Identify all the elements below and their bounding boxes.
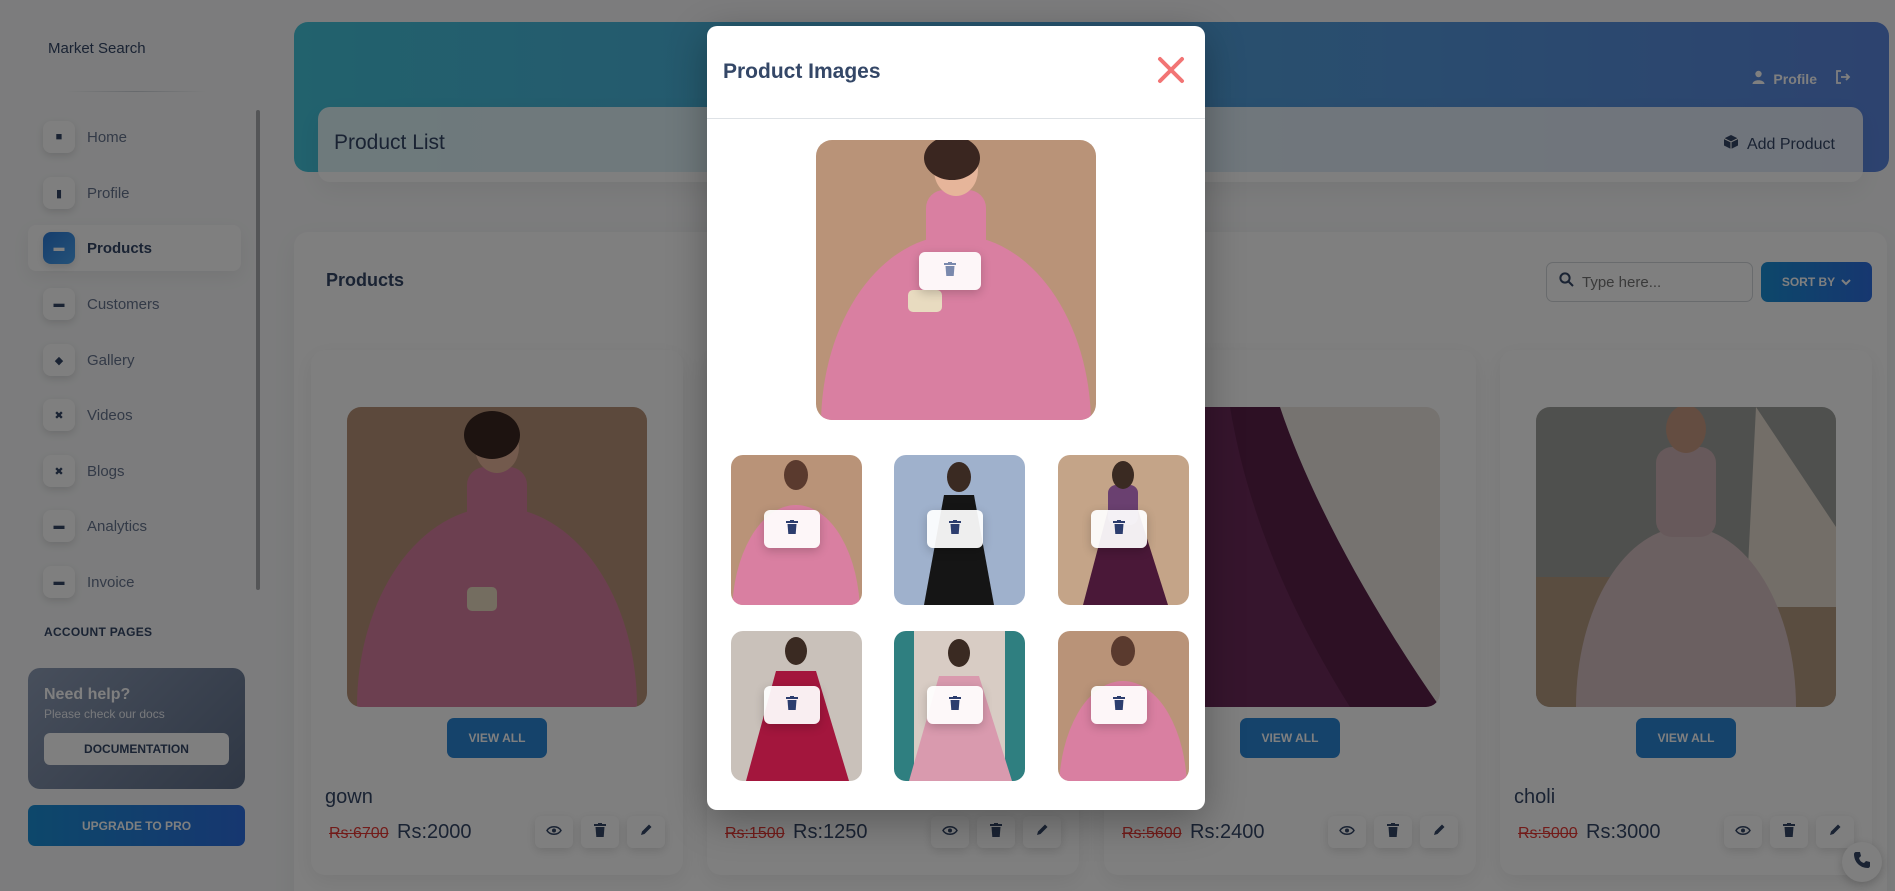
trash-icon xyxy=(1113,519,1125,539)
delete-image-button[interactable] xyxy=(1091,510,1147,548)
modal-title: Product Images xyxy=(723,60,881,83)
trash-icon xyxy=(944,261,956,281)
delete-image-button[interactable] xyxy=(919,252,981,290)
trash-icon xyxy=(786,519,798,539)
delete-image-button[interactable] xyxy=(927,510,983,548)
thumbnail-image[interactable] xyxy=(731,455,862,605)
product-images-modal: Product Images xyxy=(707,26,1205,810)
trash-icon xyxy=(949,519,961,539)
thumbnail-image[interactable] xyxy=(894,455,1025,605)
divider xyxy=(707,118,1205,119)
delete-image-button[interactable] xyxy=(764,686,820,724)
main-product-image[interactable] xyxy=(816,140,1096,420)
thumbnail-image[interactable] xyxy=(894,631,1025,781)
close-icon[interactable] xyxy=(1155,54,1187,86)
thumbnail-image[interactable] xyxy=(1058,631,1189,781)
delete-image-button[interactable] xyxy=(1091,686,1147,724)
trash-icon xyxy=(786,695,798,715)
thumbnail-image[interactable] xyxy=(731,631,862,781)
delete-image-button[interactable] xyxy=(927,686,983,724)
trash-icon xyxy=(1113,695,1125,715)
thumbnail-image[interactable] xyxy=(1058,455,1189,605)
delete-image-button[interactable] xyxy=(764,510,820,548)
trash-icon xyxy=(949,695,961,715)
